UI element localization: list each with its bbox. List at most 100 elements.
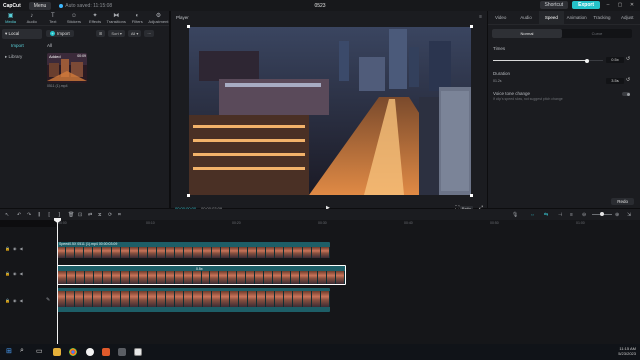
media-thumbnail[interactable]: Added 00:09 (47, 53, 87, 83)
player-menu-icon[interactable]: ≡ (479, 14, 482, 20)
split-left-icon[interactable]: ⟦ (48, 212, 50, 218)
crop-handle-icon[interactable] (470, 25, 473, 28)
tab-adjustment[interactable]: ⚙ Adjustment (148, 11, 169, 25)
speaker-icon[interactable]: ◀ (19, 298, 22, 303)
reset-icon[interactable]: ↺ (626, 77, 630, 83)
duration-value[interactable]: 3.5s (606, 78, 624, 84)
search-icon[interactable]: ⌕ (20, 347, 24, 355)
redo-button[interactable]: Redo (611, 198, 634, 205)
tab-video[interactable]: Video (488, 11, 513, 25)
lock-icon[interactable]: 🔒 (5, 271, 10, 276)
link-icon[interactable]: ⇔ (530, 212, 535, 218)
eye-icon[interactable]: ◉ (13, 271, 17, 276)
crop-icon[interactable]: ⌗ (118, 212, 121, 218)
tab-media[interactable]: ▣ Media (0, 11, 21, 25)
eye-icon[interactable]: ◉ (13, 246, 17, 251)
times-slider-knob[interactable] (584, 58, 589, 63)
minimize-icon[interactable]: – (604, 2, 612, 8)
tab-speed[interactable]: Speed (538, 10, 564, 25)
sort-button[interactable]: Sort ▾ (108, 30, 125, 37)
split-right-icon[interactable]: ⟧ (58, 212, 60, 218)
split-icon[interactable]: ⫼ (38, 212, 40, 218)
crop-handle-icon[interactable] (187, 194, 190, 197)
import-button[interactable]: + Import (46, 30, 74, 37)
tab-audio[interactable]: ♪ Audio (21, 11, 42, 25)
player-panel: Player ≡ 00:00:00:00 00:00:03:09 ▶ ⛶ Rat… (171, 11, 487, 211)
lock-icon[interactable]: 🔒 (5, 298, 10, 303)
close-icon[interactable]: ✕ (628, 2, 636, 8)
media-side-nav: ▾ Local Import ▸ Library (2, 29, 42, 64)
os-taskbar (0, 344, 640, 360)
title-bar: CapCut Menu Auto saved: 11:15:08 0523 Sh… (0, 0, 640, 11)
video-clip[interactable]: Speed0.5X 0511 (1).mp4 00:00:03:09 (57, 242, 330, 258)
tab-effects[interactable]: ✦ Effects (85, 11, 106, 25)
main-track-clip[interactable] (57, 288, 330, 312)
align-icon[interactable]: ≡ (570, 212, 573, 218)
edit-cover-icon[interactable]: ✎ (46, 297, 50, 303)
all-filter-button[interactable]: All ▾ (127, 30, 142, 37)
crop-handle-icon[interactable] (187, 25, 190, 28)
undo-icon[interactable]: ↶ (17, 212, 21, 218)
shortcut-button[interactable]: Shortcut (539, 1, 569, 9)
preview-axis-icon[interactable]: ⊣ (558, 212, 562, 218)
timeline-ruler[interactable]: 00:00 00:10 00:20 00:30 00:40 00:50 01:0… (56, 220, 640, 227)
selected-video-clip[interactable]: 0.5x (57, 265, 346, 285)
video-preview[interactable] (187, 25, 473, 197)
tab-stickers[interactable]: ☺ Stickers (63, 11, 84, 25)
mode-curve[interactable]: Curve (562, 29, 632, 38)
media-panel: ▣ Media ♪ Audio T Text ☺ Stickers ✦ Effects ⧓… (0, 11, 170, 208)
reset-icon[interactable]: ↺ (626, 56, 630, 62)
select-tool-icon[interactable]: ↖ (5, 212, 9, 218)
sidebar-item-library[interactable]: ▸ Library (2, 52, 42, 62)
rotate-icon[interactable]: ⟳ (108, 212, 112, 218)
tab-text[interactable]: T Text (42, 11, 63, 25)
tab-filters[interactable]: ◐ Filters (127, 11, 148, 25)
zoom-out-icon[interactable]: ⊖ (582, 212, 586, 218)
zoom-slider-knob[interactable] (600, 212, 604, 216)
fit-timeline-icon[interactable]: ⇲ (627, 212, 631, 218)
more-icon[interactable]: ⋯ (144, 30, 155, 37)
eye-icon[interactable]: ◉ (13, 298, 17, 303)
times-slider[interactable] (493, 58, 603, 63)
app-name: CapCut (3, 2, 21, 9)
speaker-icon[interactable]: ◀ (19, 246, 22, 251)
capcut-taskbar-icon[interactable] (134, 348, 142, 356)
mic-icon[interactable]: 🎙 (512, 212, 518, 218)
tab-audio[interactable]: Audio (513, 11, 538, 25)
tab-tracking[interactable]: Tracking (589, 11, 614, 25)
grid-view-icon[interactable]: ⊞ (96, 30, 106, 37)
playhead[interactable] (57, 218, 58, 344)
zoom-in-icon[interactable]: ⊕ (615, 212, 619, 218)
tab-animation[interactable]: Animation (564, 11, 589, 25)
task-view-icon[interactable]: ▭ (36, 347, 43, 355)
snap-icon[interactable]: ⇆ (544, 212, 548, 218)
player-title: Player (176, 15, 189, 20)
windows-start-icon[interactable]: ⊞ (6, 347, 12, 355)
delete-icon[interactable]: 🗑 (68, 212, 74, 218)
mode-normal[interactable]: Normal (492, 29, 562, 38)
file-explorer-icon[interactable] (53, 348, 61, 356)
freeze-icon[interactable]: ⊡ (78, 212, 82, 218)
menu-button[interactable]: Menu (28, 1, 52, 10)
export-button[interactable]: Export (572, 1, 600, 9)
app-icon[interactable] (102, 348, 110, 356)
tab-label: Audio (26, 18, 37, 24)
voice-tone-toggle[interactable] (622, 92, 630, 96)
reverse-icon[interactable]: ⇄ (88, 212, 92, 218)
crop-handle-icon[interactable] (470, 194, 473, 197)
browser-icon[interactable] (86, 348, 94, 356)
tab-adjust[interactable]: Adjust (615, 11, 640, 25)
tab-transitions[interactable]: ⧓ Transitions (106, 11, 127, 25)
redo-icon[interactable]: ↷ (27, 212, 31, 218)
chrome-icon[interactable] (69, 348, 77, 356)
mirror-icon[interactable]: ⧖ (98, 212, 102, 218)
sidebar-item-local[interactable]: ▾ Local (2, 29, 42, 39)
lock-icon[interactable]: 🔒 (5, 246, 10, 251)
system-clock[interactable]: 11:15 AM 5/23/2023 (618, 346, 636, 356)
speaker-icon[interactable]: ◀ (19, 271, 22, 276)
app-icon[interactable] (118, 348, 126, 356)
filter-row: ⊞ Sort ▾ All ▾ ⋯ (96, 30, 155, 37)
sidebar-item-import[interactable]: Import (2, 41, 42, 50)
maximize-icon[interactable]: ▢ (616, 2, 624, 8)
times-value[interactable]: 0.5x (606, 57, 624, 63)
